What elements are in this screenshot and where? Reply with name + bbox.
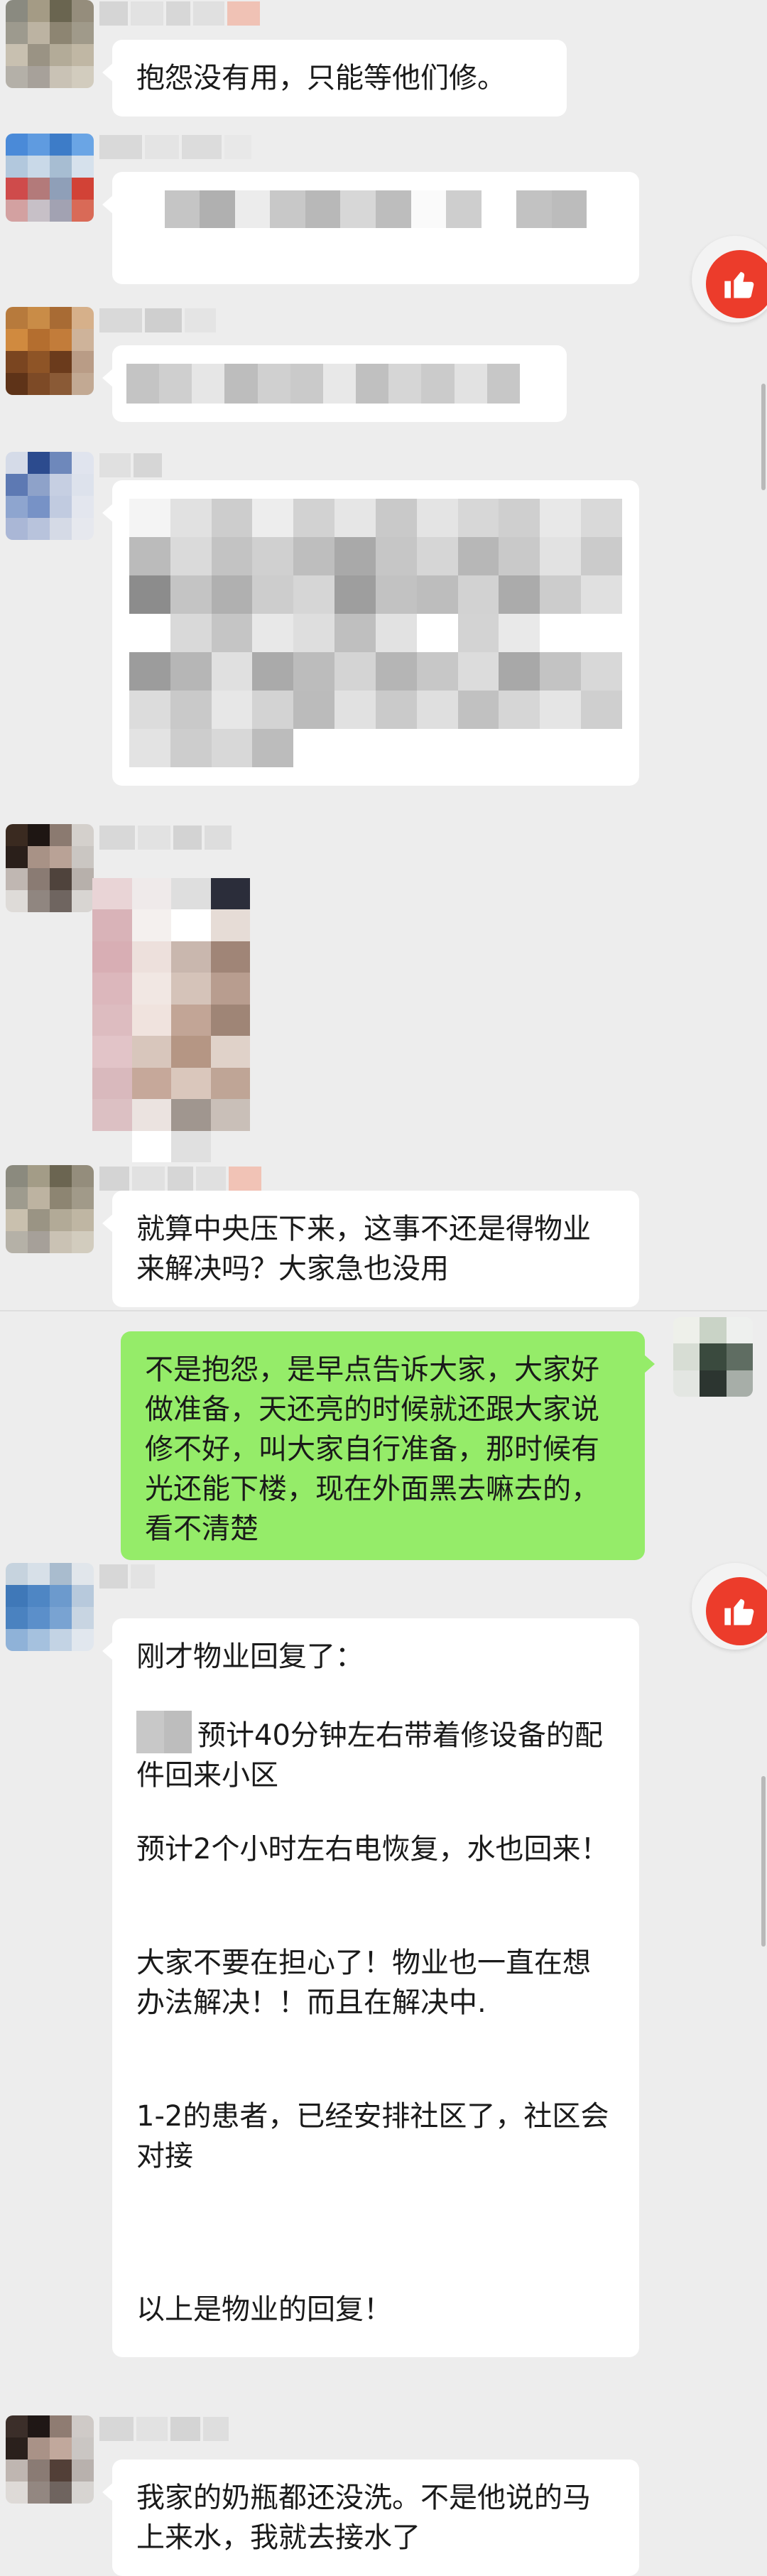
sender-name — [99, 1, 260, 26]
scrollbar[interactable] — [761, 384, 766, 490]
avatar[interactable] — [6, 307, 94, 395]
message-text: 抱怨没有用，只能等他们修。 — [136, 62, 506, 94]
message-bubble-sent[interactable]: 不是抱怨，是早点告诉大家，大家好做准备，天还亮的时候就还跟大家说修不好，叫大家自… — [121, 1331, 655, 1560]
message-line: 刚才物业回复了： — [136, 1640, 364, 1673]
message-line: 以上是物业的回复！ — [136, 2293, 392, 2326]
message-line: 1-2的患者，已经安排社区了，社区会对接 — [136, 2100, 609, 2172]
avatar[interactable] — [6, 2415, 94, 2504]
sender-name — [99, 308, 216, 332]
avatar[interactable] — [673, 1317, 753, 1397]
message-bubble[interactable]: 刚才物业回复了： 预计40分钟左右带着修设备的配件回来小区 预计2个小时左右电恢… — [102, 1618, 639, 2357]
like-button[interactable] — [692, 236, 767, 323]
divider — [0, 1310, 767, 1311]
mention-avatar — [136, 1711, 192, 1753]
avatar[interactable] — [6, 1165, 94, 1253]
image-message[interactable] — [92, 878, 250, 1162]
message-bubble[interactable]: 我家的奶瓶都还没洗。不是他说的马上来水，我就去接水了 — [102, 2459, 639, 2576]
message-text: 就算中央压下来，这事不还是得物业来解决吗？大家急也没用 — [136, 1213, 591, 1285]
sender-name — [99, 2417, 229, 2441]
like-button[interactable] — [692, 1563, 767, 1650]
avatar[interactable] — [6, 0, 94, 88]
avatar[interactable] — [6, 452, 94, 540]
message-line: 预计2个小时左右电恢复，水也回来！ — [136, 1833, 609, 1866]
sender-name — [99, 1167, 261, 1191]
message-bubble-pixelated[interactable] — [102, 480, 639, 786]
sender-name — [99, 826, 232, 850]
message-line: 大家不要在担心了！物业也一直在想办法解决！！而且在解决中. — [136, 1947, 591, 2019]
avatar[interactable] — [6, 824, 94, 912]
sender-name — [99, 453, 162, 477]
avatar[interactable] — [6, 1563, 94, 1651]
message-line: 预计40分钟左右带着修设备的配件回来小区 — [136, 1719, 603, 1792]
thumbs-up-icon — [706, 250, 767, 318]
sender-name — [99, 135, 251, 159]
scrollbar[interactable] — [761, 1776, 766, 1947]
avatar[interactable] — [6, 134, 94, 222]
message-bubble[interactable]: 就算中央压下来，这事不还是得物业来解决吗？大家急也没用 — [102, 1191, 639, 1307]
message-bubble[interactable]: 抱怨没有用，只能等他们修。 — [102, 40, 567, 117]
message-text: 我家的奶瓶都还没洗。不是他说的马上来水，我就去接水了 — [136, 2482, 591, 2554]
message-bubble-pixelated[interactable] — [102, 172, 639, 284]
message-text: 不是抱怨，是早点告诉大家，大家好做准备，天还亮的时候就还跟大家说修不好，叫大家自… — [145, 1353, 599, 1545]
sender-name — [99, 1564, 155, 1589]
thumbs-up-icon — [706, 1577, 767, 1645]
message-bubble-pixelated[interactable] — [102, 345, 567, 422]
